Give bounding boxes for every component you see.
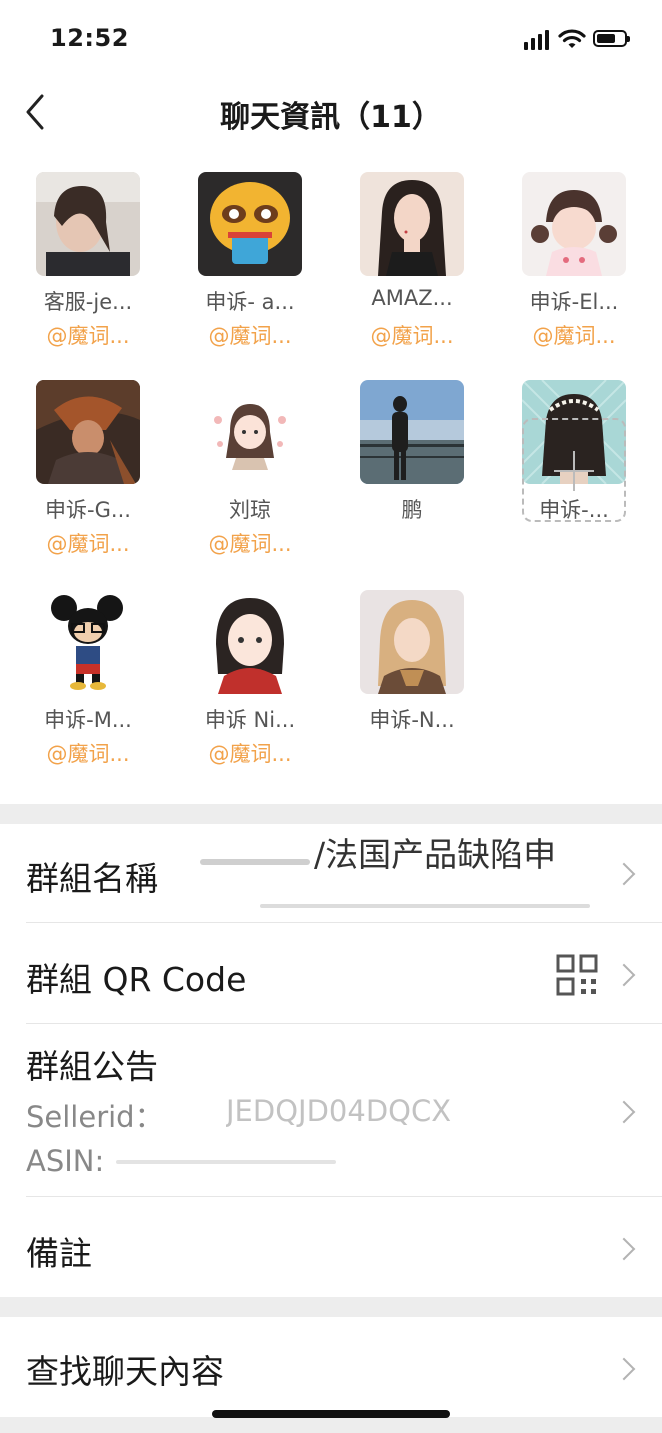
member-name: 申诉- a... <box>205 290 295 314</box>
group-name-label: 群組名稱 <box>26 859 158 898</box>
avatar <box>36 172 140 276</box>
chevron-right-icon <box>612 963 636 987</box>
avatar <box>36 590 140 694</box>
chevron-right-icon <box>612 1100 636 1124</box>
avatar <box>522 172 626 276</box>
member-name: 刘琼 <box>229 498 271 522</box>
add-member-button[interactable] <box>522 418 626 522</box>
status-time: 12:52 <box>50 24 129 52</box>
avatar <box>360 172 464 276</box>
member-item[interactable]: 客服-je... @魔词... <box>0 172 162 372</box>
member-name: 申诉-N... <box>369 708 455 732</box>
member-item[interactable]: AMAZ... @魔词... <box>324 172 486 372</box>
chevron-right-icon <box>612 1237 636 1261</box>
member-item[interactable]: 申诉-N... <box>324 590 486 790</box>
group-name-row[interactable]: 群組名稱 /法国产品缺陷申 <box>0 824 662 922</box>
avatar <box>360 590 464 694</box>
group-notice-label: 群組公告 <box>26 1047 158 1086</box>
bottom-area <box>0 1417 662 1433</box>
member-item[interactable]: 鹏 <box>324 380 486 580</box>
member-name: 鹏 <box>401 498 423 522</box>
member-name: 客服-je... <box>43 290 133 314</box>
group-qr-label: 群組 QR Code <box>26 960 247 999</box>
member-name: 申诉 Ni... <box>204 708 296 732</box>
member-item[interactable]: 申诉-M... @魔词... <box>0 590 162 790</box>
member-tag: @魔词... <box>46 742 130 766</box>
notice-sellerid-value: JEDQJD04DQCX <box>226 1094 452 1128</box>
notice-sellerid: Sellerid： <box>26 1100 164 1134</box>
avatar <box>36 380 140 484</box>
redacted-text <box>260 904 590 908</box>
member-name: AMAZ... <box>371 286 453 310</box>
member-item[interactable]: 刘琼 @魔词... <box>162 380 324 580</box>
member-tag: @魔词... <box>370 324 454 348</box>
remarks-row[interactable]: 備註 <box>0 1197 662 1297</box>
section-divider <box>0 1297 662 1317</box>
redacted-text <box>116 1160 336 1164</box>
member-tag: @魔词... <box>46 532 130 556</box>
avatar <box>360 380 464 484</box>
home-indicator <box>212 1410 450 1418</box>
battery-icon <box>593 30 630 47</box>
redacted-text <box>200 859 310 865</box>
page-title: 聊天資訊（11） <box>220 100 442 135</box>
chevron-right-icon <box>612 1357 636 1381</box>
group-name-value: /法国产品缺陷申 <box>314 835 557 874</box>
nav-bar: 聊天資訊（11） <box>0 80 662 144</box>
chevron-right-icon <box>612 862 636 886</box>
search-chat-label: 查找聊天內容 <box>26 1352 224 1391</box>
member-tag: @魔词... <box>46 324 130 348</box>
search-chat-row[interactable]: 查找聊天內容 <box>0 1317 662 1417</box>
signal-icon <box>524 30 550 50</box>
member-item[interactable]: 申诉-G... @魔词... <box>0 380 162 580</box>
remarks-label: 備註 <box>26 1234 92 1273</box>
member-tag: @魔词... <box>208 324 292 348</box>
member-name: 申诉-G... <box>45 498 131 522</box>
member-name: 申诉-El... <box>529 290 619 314</box>
member-name: 申诉-M... <box>44 708 132 732</box>
avatar <box>198 172 302 276</box>
member-item[interactable]: 申诉-El... @魔词... <box>486 172 648 372</box>
notice-asin: ASIN: <box>26 1144 105 1178</box>
member-tag: @魔词... <box>208 532 292 556</box>
avatar <box>198 380 302 484</box>
member-tag: @魔词... <box>208 742 292 766</box>
wifi-icon <box>558 29 586 48</box>
status-bar: 12:52 <box>0 0 662 80</box>
group-notice-row[interactable]: 群組公告 Sellerid： JEDQJD04DQCX ASIN: <box>0 1024 662 1196</box>
member-item[interactable]: 申诉- a... @魔词... <box>162 172 324 372</box>
section-divider <box>0 804 662 824</box>
avatar <box>198 590 302 694</box>
qr-code-icon <box>556 954 598 996</box>
member-item[interactable]: 申诉 Ni... @魔词... <box>162 590 324 790</box>
member-tag: @魔词... <box>532 324 616 348</box>
